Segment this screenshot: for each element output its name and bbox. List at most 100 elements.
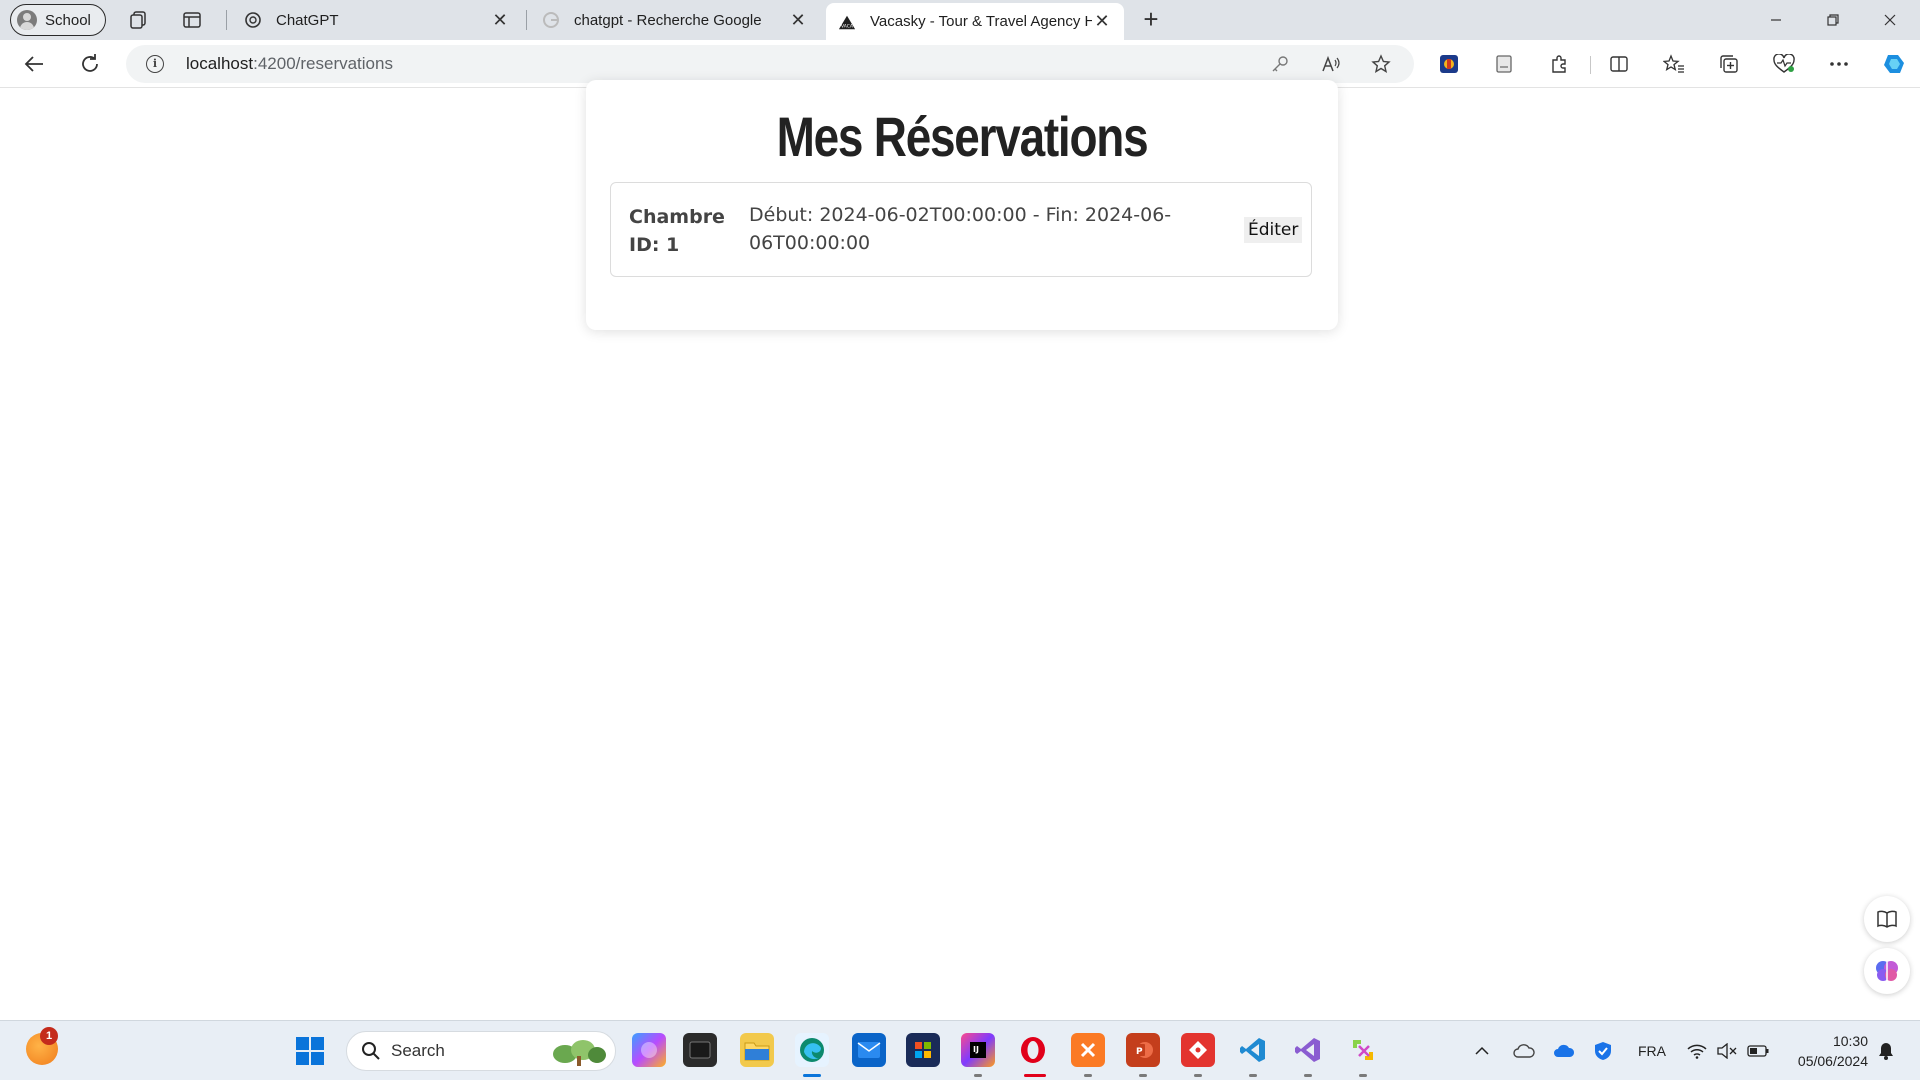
page-title: Mes Réservations [776,105,1149,168]
new-tab-button[interactable]: + [1137,6,1165,34]
running-app-indicator [1084,1074,1092,1077]
system-clock[interactable]: 10:30 05/06/2024 [1784,1031,1868,1071]
tab-title: Vacasky - Tour & Travel Agency H [870,13,1092,30]
open-book-icon [1877,910,1897,928]
immersive-reader-button[interactable] [1864,896,1910,942]
windows-logo-pane [296,1052,309,1065]
site-info-icon[interactable]: i [146,55,164,73]
volume-muted-icon[interactable] [1716,1041,1738,1061]
close-tab-icon[interactable]: ✕ [490,10,510,31]
close-tab-icon[interactable]: ✕ [788,10,808,31]
room-label: Chambre ID: 1 [629,206,725,256]
windows-taskbar: 1 Search IJ P FRA 10:30 05/06/2024 [0,1020,1920,1080]
store-app-icon[interactable] [906,1033,940,1067]
notification-badge: 1 [40,1027,58,1045]
reservation-dates: Début: 2024-06-02T00:00:00 - Fin: 2024-0… [749,204,1172,254]
security-shield-icon[interactable] [1592,1041,1614,1061]
windows-logo-pane [311,1052,324,1065]
onedrive-personal-icon[interactable] [1512,1041,1536,1061]
extension-app-icon[interactable] [1437,52,1461,76]
tab-title: ChatGPT [276,11,339,29]
ai-assistant-button[interactable] [1864,948,1910,994]
wifi-icon[interactable] [1686,1041,1708,1061]
opera-browser-icon[interactable] [1016,1033,1050,1067]
taskbar-search[interactable]: Search [346,1031,616,1071]
more-options-icon[interactable] [1827,52,1851,76]
svg-text:IJ: IJ [973,1045,979,1054]
reservation-item: Chambre ID: 1 Début: 2024-06-02T00:00:00… [610,182,1312,277]
running-app-indicator [1249,1074,1257,1077]
back-button[interactable] [20,50,48,78]
visual-studio-app-icon[interactable] [1291,1033,1325,1067]
profile-label: School [45,11,91,29]
url-text[interactable]: localhost:4200/reservations [186,54,393,74]
intellij-app-icon[interactable]: IJ [961,1033,995,1067]
restore-button[interactable] [1805,0,1861,40]
search-icon [362,1042,380,1060]
svg-text:P: P [1136,1047,1143,1057]
copilot-icon[interactable] [1881,50,1909,78]
profile-avatar-icon [17,10,37,30]
url-host: localhost [186,54,254,73]
brain-icon [1876,961,1898,981]
reading-list-icon[interactable] [1492,52,1516,76]
notifications-bell-icon[interactable] [1876,1041,1896,1061]
tab-chatgpt[interactable]: ChatGPT ✕ [232,0,522,40]
start-button[interactable] [296,1037,324,1065]
git-app-icon[interactable] [1181,1033,1215,1067]
search-highlight-art-icon [553,1040,606,1066]
openai-icon [244,11,262,29]
running-app-indicator [1304,1074,1312,1077]
running-app-indicator [974,1074,982,1077]
read-aloud-icon[interactable] [1321,54,1341,74]
running-app-indicator [1359,1074,1367,1077]
key-icon[interactable] [1270,54,1290,74]
reservations-card: Mes Réservations Chambre ID: 1 Début: 20… [586,80,1338,330]
minimize-button[interactable] [1748,0,1804,40]
tab-vacasky[interactable]: VACA Vacasky - Tour & Travel Agency H ✕ [826,3,1124,40]
close-tab-icon[interactable]: ✕ [1092,11,1112,32]
clock-date: 05/06/2024 [1797,1053,1868,1069]
tab-separator [226,10,227,30]
running-app-indicator [1139,1074,1147,1077]
onedrive-icon[interactable] [1552,1041,1576,1061]
tab-google-search[interactable]: chatgpt - Recherche Google ✕ [530,0,820,40]
copilot-app-icon[interactable] [632,1033,666,1067]
powerpoint-app-icon[interactable]: P [1126,1033,1160,1067]
running-app-indicator [1024,1074,1046,1077]
windows-logo-pane [296,1037,309,1050]
split-screen-icon[interactable] [1607,52,1631,76]
url-path: :4200/reservations [253,54,393,73]
edge-browser-icon[interactable] [795,1033,829,1067]
snipping-tool-icon[interactable] [1346,1033,1380,1067]
extensions-puzzle-icon[interactable] [1547,52,1571,76]
edit-reservation-button[interactable]: Éditer [1244,217,1303,243]
active-app-indicator [803,1074,821,1077]
windows-logo-pane [311,1037,324,1050]
mail-app-icon[interactable] [852,1033,886,1067]
close-window-button[interactable] [1862,0,1918,40]
toolbar-separator [1590,56,1591,74]
file-explorer-icon[interactable] [740,1033,774,1067]
profile-button[interactable]: School [10,4,106,36]
terminal-app-icon[interactable] [683,1033,717,1067]
language-indicator[interactable]: FRA [1636,1041,1668,1061]
tab-title: chatgpt - Recherche Google [574,11,762,29]
vacasky-logo-icon: VACA [838,13,856,31]
vertical-tabs-icon[interactable] [180,8,204,32]
tab-strip: School ChatGPT ✕ chatgpt - Recherche Goo… [0,0,1920,40]
svg-text:VACA: VACA [841,23,854,29]
vscode-app-icon[interactable] [1236,1033,1270,1067]
battery-icon[interactable] [1746,1041,1770,1061]
workspaces-icon[interactable] [127,8,151,32]
address-bar[interactable]: i localhost:4200/reservations [126,45,1414,83]
show-hidden-icons-icon[interactable] [1472,1041,1492,1061]
collections-icon[interactable] [1717,52,1741,76]
search-placeholder: Search [391,1041,445,1060]
browser-essentials-icon[interactable] [1772,52,1796,76]
xampp-app-icon[interactable] [1071,1033,1105,1067]
running-app-indicator [1194,1074,1202,1077]
refresh-button[interactable] [76,50,104,78]
favorites-icon[interactable] [1662,52,1686,76]
favorite-star-icon[interactable] [1371,54,1391,74]
